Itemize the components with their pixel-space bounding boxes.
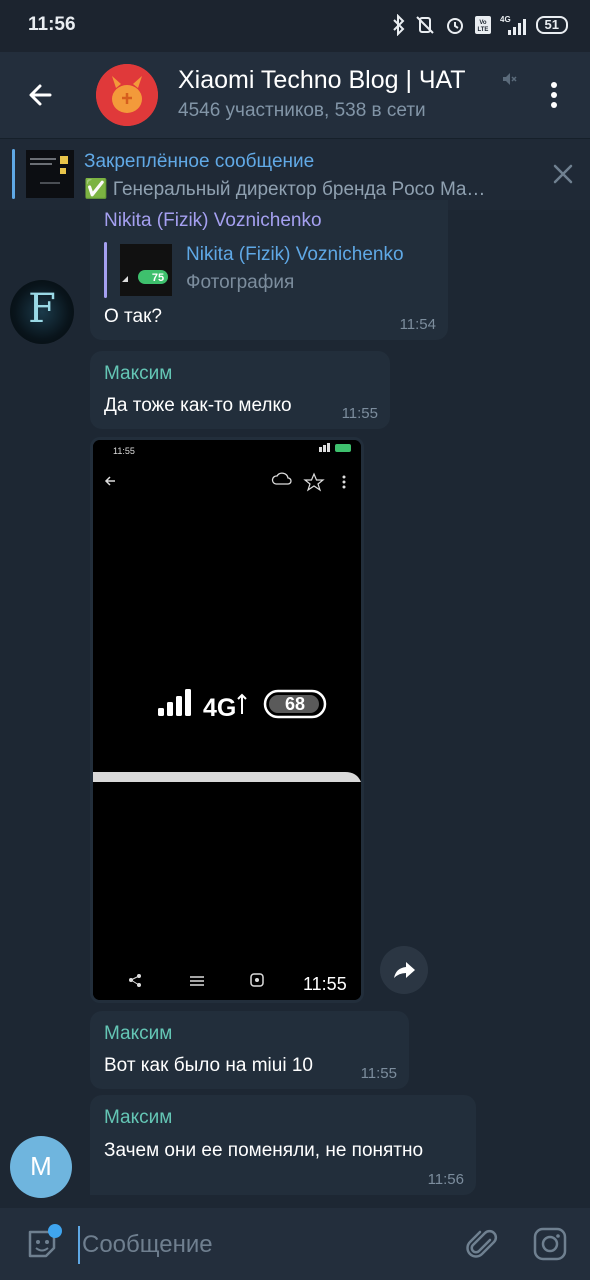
reply-preview[interactable]: 75 Nikita (Fizik) Voznichenko Фотография [104, 242, 434, 298]
photo-screenshot: 11:55 4G 68 [93, 440, 361, 1000]
reply-thumbnail-value: 75 [152, 272, 164, 284]
attach-icon[interactable] [464, 1226, 500, 1262]
reply-thumbnail-image: 75 [120, 244, 172, 296]
message-input-bar [0, 1208, 590, 1280]
battery-indicator: 51 [535, 16, 568, 34]
photo-signal-label: 4G [203, 694, 236, 722]
close-icon[interactable] [550, 161, 576, 187]
photo-battery-value: 68 [285, 694, 305, 714]
signal-icon: 4G [500, 15, 526, 35]
network-label: 4G [500, 15, 511, 24]
message-text: Зачем они ее поменяли, не понятно [104, 1140, 424, 1161]
pinned-thumbnail-image [26, 150, 74, 198]
reply-text: Фотография [186, 272, 295, 293]
avatar-initial: F [28, 286, 56, 332]
message-time: 11:55 [360, 1065, 397, 1082]
message-bubble[interactable]: Nikita (Fizik) Voznichenko 75 Nikita (Fi… [90, 200, 448, 340]
reply-bar [104, 242, 107, 298]
chat-avatar[interactable] [96, 64, 158, 126]
message-time: 11:54 [399, 316, 436, 333]
muted-icon [503, 73, 517, 85]
sender-name: Nikita (Fizik) Voznichenko [104, 210, 322, 231]
photo-status-time: 11:55 [113, 446, 135, 456]
notification-dot [48, 1224, 62, 1238]
svg-text:Vo: Vo [479, 20, 487, 26]
chat-member-count: 4546 участников, 538 в сети [178, 100, 426, 121]
message-time: 11:55 [341, 405, 378, 422]
chat-title[interactable]: Xiaomi Techno Blog | ЧАТ [178, 66, 466, 95]
user-avatar[interactable]: F [10, 280, 74, 344]
chat-header: Xiaomi Techno Blog | ЧАТ 4546 участников… [0, 52, 590, 138]
message-input[interactable] [78, 1226, 438, 1264]
forward-icon[interactable] [380, 946, 428, 994]
message-bubble[interactable]: Максим Да тоже как-то мелко 11:55 [90, 351, 390, 429]
pinned-indicator [12, 149, 15, 199]
message-bubble[interactable]: Максим Вот как было на miui 10 11:55 [90, 1011, 409, 1089]
status-bar: 11:56 Vo LTE 4G 51 [0, 0, 590, 52]
message-text: Да тоже как-то мелко [104, 395, 292, 416]
message-time: 11:56 [427, 1171, 464, 1188]
camera-icon[interactable] [532, 1226, 568, 1262]
sender-name: Максим [104, 1107, 173, 1128]
alarm-icon [446, 18, 463, 34]
sender-name: Максим [104, 363, 173, 384]
photo-message[interactable]: 11:55 4G 68 11:55 [90, 437, 364, 1003]
message-text: О так? [104, 306, 162, 327]
bluetooth-icon [392, 14, 404, 36]
back-button[interactable] [20, 74, 62, 116]
photo-time: 11:55 [303, 974, 347, 994]
status-icons: Vo LTE 4G 51 [392, 12, 568, 38]
pinned-title: Закреплённое сообщение [84, 151, 315, 172]
svg-text:LTE: LTE [477, 27, 488, 33]
message-bubble[interactable]: Максим Зачем они ее поменяли, не понятно… [90, 1095, 476, 1195]
status-time: 11:56 [28, 14, 76, 35]
more-menu-icon[interactable] [540, 76, 568, 114]
user-avatar[interactable]: M [10, 1136, 72, 1198]
pinned-thumbnail [26, 150, 74, 198]
reply-sender: Nikita (Fizik) Voznichenko [186, 244, 404, 265]
mi-bunny-logo-icon [96, 64, 158, 126]
sender-name: Максим [104, 1023, 173, 1044]
avatar-initial: M [30, 1151, 52, 1181]
message-text: Вот как было на miui 10 [104, 1055, 313, 1076]
vibrate-off-icon [415, 16, 434, 34]
pinned-text: ✅ Генеральный директор бренда Poco Ma… [84, 179, 486, 200]
volte-icon: VoLTE [474, 16, 491, 34]
reply-thumbnail: 75 [120, 244, 172, 296]
